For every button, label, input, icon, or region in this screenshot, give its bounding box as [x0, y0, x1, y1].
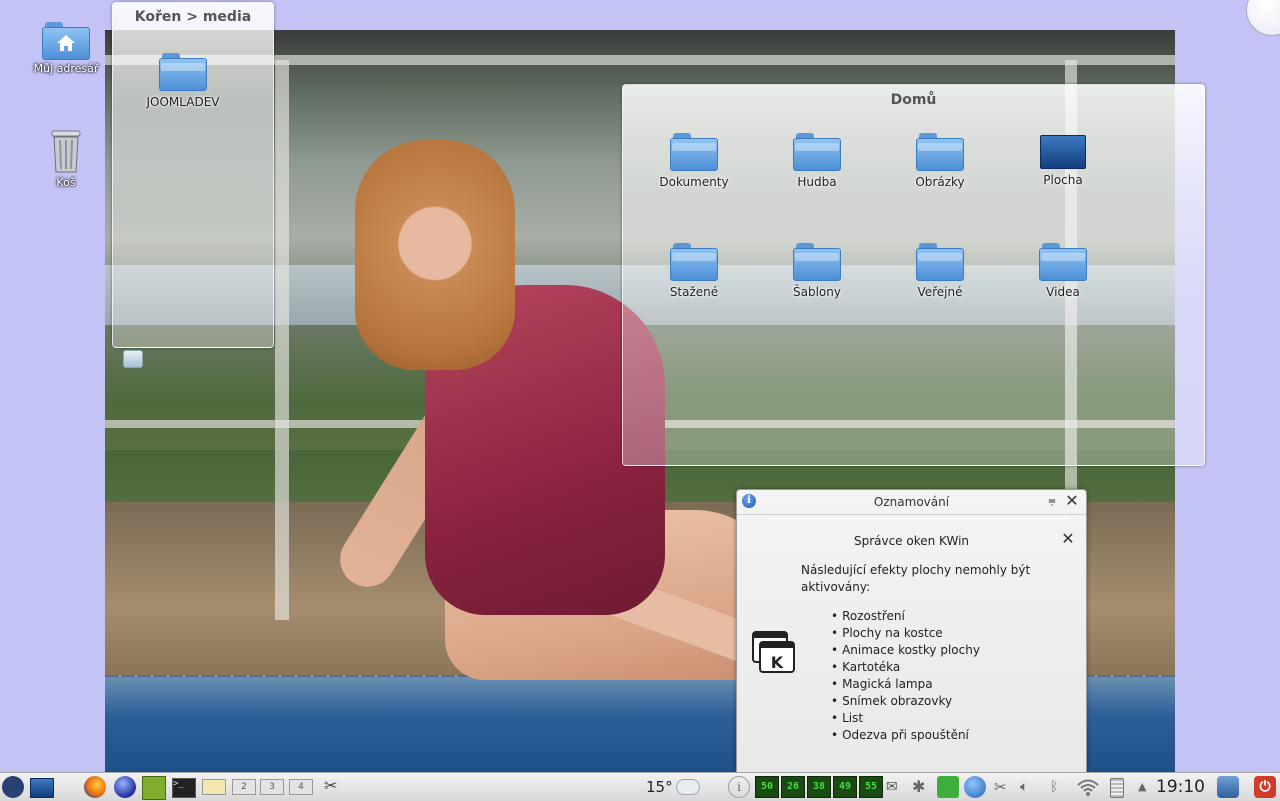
- list-item: Odezva při spouštění: [831, 727, 980, 744]
- folder-item-label: Hudba: [797, 175, 837, 189]
- folder-icon: [670, 131, 718, 171]
- folderview-title: Domů: [890, 92, 937, 108]
- folder-item-dokumenty[interactable]: Dokumenty: [644, 131, 744, 189]
- dev-tool-icon[interactable]: [142, 776, 166, 800]
- list-item: Rozostření: [831, 608, 980, 625]
- weather-temperature[interactable]: 15°: [646, 778, 673, 796]
- close-icon[interactable]: ✕: [1063, 492, 1081, 510]
- info-tray-icon[interactable]: i: [728, 776, 750, 798]
- pager-desktop-2[interactable]: 2: [232, 779, 256, 795]
- firefox-icon[interactable]: [84, 776, 106, 798]
- tray-expand-icon[interactable]: ▲: [1138, 776, 1146, 798]
- notification-popup[interactable]: i Oznamování ⩦ ✕ Správce oken KWin ✕ Nás…: [736, 489, 1087, 781]
- terminal-icon[interactable]: >_: [172, 778, 196, 798]
- collapse-button[interactable]: ⩦: [1043, 492, 1061, 510]
- pager-desktop-4[interactable]: 4: [289, 779, 313, 795]
- klipper-icon[interactable]: ✂: [994, 776, 1007, 798]
- folderview-home[interactable]: Domů Dokumenty Hudba Obrázky Plocha Staž…: [622, 84, 1205, 466]
- folder-item-label: Stažené: [669, 285, 719, 299]
- update-icon[interactable]: [937, 776, 959, 798]
- folder-item-plocha[interactable]: Plocha: [1013, 131, 1113, 187]
- bluetooth-icon[interactable]: ᛒ: [1050, 776, 1058, 798]
- power-icon[interactable]: ⏻: [1254, 776, 1276, 798]
- folder-icon: [916, 131, 964, 171]
- list-item: Plochy na kostce: [831, 625, 980, 642]
- notification-message: Následující efekty plochy nemohly být ak…: [801, 563, 1031, 594]
- folder-item-obrazky[interactable]: Obrázky: [890, 131, 990, 189]
- folder-item-sablony[interactable]: Šablony: [767, 241, 867, 299]
- tools-icon[interactable]: ✂: [324, 776, 348, 798]
- folder-item-videa[interactable]: Videa: [1013, 241, 1113, 299]
- browser-globe-icon[interactable]: [114, 776, 136, 798]
- cpu-meter[interactable]: 26: [781, 776, 805, 798]
- folder-icon: [916, 241, 964, 281]
- notification-title: Oznamování: [873, 495, 950, 509]
- home-folder-icon: [56, 34, 76, 52]
- desktop-icon-home[interactable]: Můj adresář: [26, 20, 106, 75]
- effects-list: Rozostření Plochy na kostce Animace kost…: [831, 608, 980, 744]
- folder-icon: [1039, 241, 1087, 281]
- list-item: Kartotéka: [831, 659, 980, 676]
- pager-desktop-1[interactable]: [202, 779, 226, 795]
- wifi-icon[interactable]: [1076, 776, 1100, 798]
- clock[interactable]: 19:10: [1156, 777, 1205, 797]
- list-item: Animace kostky plochy: [831, 642, 980, 659]
- folder-item-stazene[interactable]: Stažené: [644, 241, 744, 299]
- folderview-title: Kořen > media: [134, 9, 252, 25]
- folder-icon: [793, 241, 841, 281]
- notification-source: Správce oken KWin: [853, 534, 970, 548]
- trash-icon: [49, 128, 83, 174]
- cpu-meter[interactable]: 55: [859, 776, 883, 798]
- folder-item-label: Obrázky: [915, 175, 965, 189]
- list-item: Magická lampa: [831, 676, 980, 693]
- show-desktop-icon[interactable]: [30, 778, 54, 798]
- folder-item-verejne[interactable]: Veřejné: [890, 241, 990, 299]
- taskbar: >_ 2 3 4 ✂ 15° i 50 26 38 49 55 ✉ ✱ ✂ 🔈︎…: [0, 772, 1280, 801]
- list-item: List: [831, 710, 980, 727]
- folder-item-label: Videa: [1046, 285, 1080, 299]
- settings-tray-icon[interactable]: ✱: [912, 776, 925, 798]
- kwin-icon: K: [751, 630, 795, 674]
- lock-screen-icon[interactable]: [1217, 776, 1239, 798]
- folder-item-label: JOOMLADEV: [146, 95, 220, 109]
- cashew-icon[interactable]: [1246, 0, 1280, 36]
- desktop-icon-label: Koš: [56, 176, 76, 189]
- svg-text:K: K: [771, 653, 784, 672]
- folderview-media[interactable]: Kořen > media JOOMLADEV: [112, 2, 274, 348]
- folder-icon: [159, 51, 207, 91]
- pager-desktop-3[interactable]: 3: [260, 779, 284, 795]
- cpu-meter[interactable]: 49: [833, 776, 857, 798]
- folderview-handle-icon[interactable]: [123, 350, 143, 368]
- folder-item-label: Šablony: [793, 285, 841, 299]
- network-manager-icon[interactable]: [964, 776, 986, 798]
- folder-icon: [670, 241, 718, 281]
- mail-icon[interactable]: ✉: [886, 776, 898, 798]
- fedora-menu-icon[interactable]: [2, 776, 24, 798]
- folder-item-label: Plocha: [1043, 173, 1083, 187]
- desktop-icon-label: Můj adresář: [33, 62, 99, 75]
- list-item: Snímek obrazovky: [831, 693, 980, 710]
- folder-item-joomladev[interactable]: JOOMLADEV: [133, 51, 233, 109]
- folder-item-label: Veřejné: [917, 285, 963, 299]
- dismiss-close-icon[interactable]: ✕: [1059, 530, 1077, 548]
- folder-icon: [793, 131, 841, 171]
- volume-icon[interactable]: 🔈︎: [1020, 776, 1028, 798]
- folder-item-hudba[interactable]: Hudba: [767, 131, 867, 189]
- battery-icon[interactable]: [1110, 778, 1124, 798]
- folder-item-label: Dokumenty: [659, 175, 729, 189]
- cpu-meter[interactable]: 38: [807, 776, 831, 798]
- cpu-meter[interactable]: 50: [755, 776, 779, 798]
- desktop-icon-trash[interactable]: Koš: [26, 128, 106, 189]
- weather-cloud-icon: [676, 779, 700, 795]
- desktop-icon: [1040, 135, 1086, 169]
